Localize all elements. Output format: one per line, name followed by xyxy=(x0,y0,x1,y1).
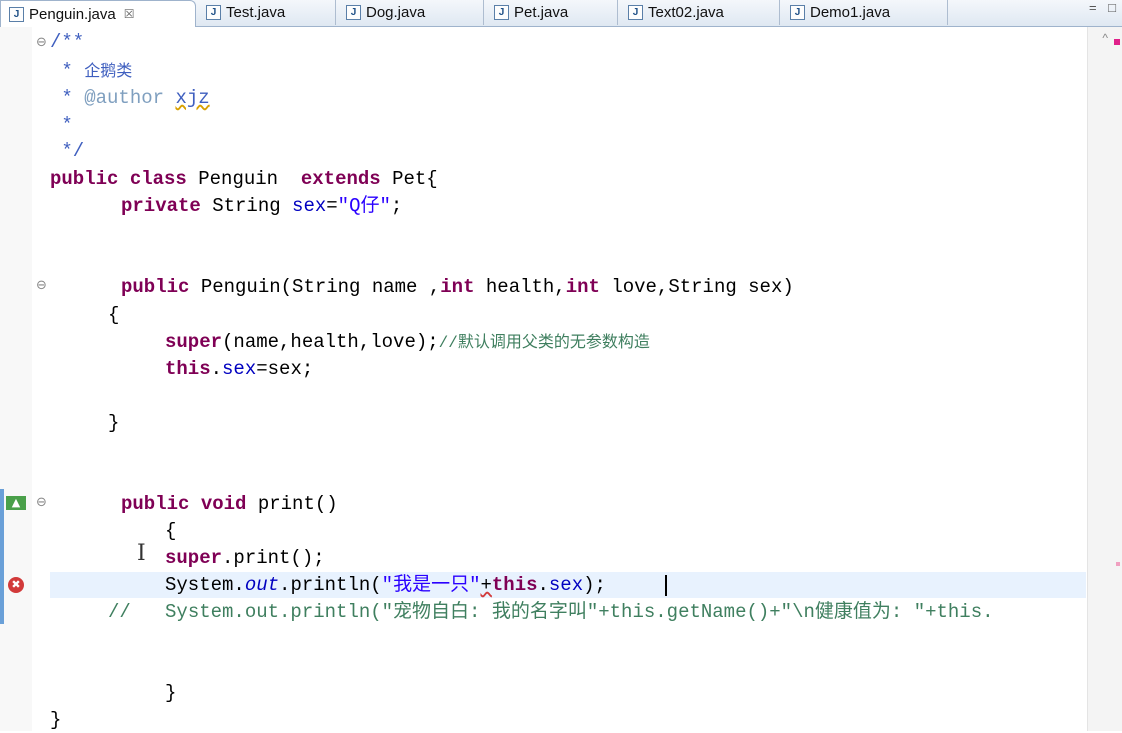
tab-label: Pet.java xyxy=(514,4,569,21)
java-file-icon: J xyxy=(9,6,24,22)
error-icon[interactable]: ✖ xyxy=(8,577,24,593)
code-line-print-method: public void print() xyxy=(121,493,338,515)
code-line-super-call: super(name,health,love);//默认调用父类的无参数构造 xyxy=(165,331,650,353)
scroll-up-icon[interactable]: ^ xyxy=(1102,31,1108,45)
overview-ruler[interactable]: ^ xyxy=(1087,27,1122,731)
fold-collapse-icon[interactable]: ⊖ xyxy=(36,278,47,293)
code-line-class-decl: public class Penguin extends Pet{ xyxy=(50,168,438,190)
java-file-icon: J xyxy=(206,5,221,20)
close-tab-icon[interactable]: ☒ xyxy=(124,7,135,21)
code-line-commented-println: // System.out.println("宠物自白: 我的名字叫"+this… xyxy=(108,601,994,623)
java-file-icon: J xyxy=(628,5,643,20)
code-line-5: */ xyxy=(50,140,85,162)
warning-overview-mark[interactable] xyxy=(1116,562,1120,566)
code-line-open-brace-2: { xyxy=(165,520,177,542)
tab-text02-java[interactable]: J Text02.java xyxy=(620,0,780,25)
code-line-println: System.out.println("我是一只"+this.sex); xyxy=(165,574,606,596)
annotation-ruler xyxy=(0,27,32,731)
editor-tab-bar: J Penguin.java ☒ J Test.java J Dog.java … xyxy=(0,0,1122,27)
tab-demo1-java[interactable]: J Demo1.java xyxy=(782,0,948,25)
code-line-constructor: public Penguin(String name ,int health,i… xyxy=(121,276,794,298)
code-line-this-sex: this.sex=sex; xyxy=(165,358,314,380)
tab-label: Text02.java xyxy=(648,4,724,21)
code-line-super-print: super.print(); xyxy=(165,547,325,569)
selection-range-indicator xyxy=(0,489,4,624)
code-line-close-brace-2: } xyxy=(165,682,177,704)
tab-label: Penguin.java xyxy=(29,5,116,23)
folding-ruler xyxy=(32,27,50,731)
fold-collapse-icon[interactable]: ⊖ xyxy=(36,35,47,50)
text-caret xyxy=(665,575,667,596)
tab-pet-java[interactable]: J Pet.java xyxy=(486,0,618,25)
code-line-open-brace: { xyxy=(108,304,120,326)
code-line-1: /** xyxy=(50,31,85,53)
code-line-2: * 企鹅类 xyxy=(50,60,133,82)
tab-penguin-java[interactable]: J Penguin.java ☒ xyxy=(0,0,196,27)
tab-test-java[interactable]: J Test.java xyxy=(198,0,336,25)
tab-label: Test.java xyxy=(226,4,286,21)
fold-collapse-icon[interactable]: ⊖ xyxy=(36,495,47,510)
error-overview-mark[interactable] xyxy=(1114,39,1120,45)
tab-label: Demo1.java xyxy=(810,4,891,21)
code-line-3: * @author xjz xyxy=(50,87,210,109)
code-line-field: private String sex="Q仔"; xyxy=(121,195,403,217)
code-line-close-brace: } xyxy=(108,412,120,434)
java-file-icon: J xyxy=(790,5,805,20)
code-line-class-close: } xyxy=(50,709,62,731)
tab-label: Dog.java xyxy=(366,4,426,21)
window-controls[interactable]: = □ xyxy=(1089,0,1120,15)
mouse-ibeam-cursor: I xyxy=(137,541,146,566)
java-file-icon: J xyxy=(346,5,361,20)
code-editor[interactable]: ^ ▲ ✖ ⊖ ⊖ ⊖ /** * 企鹅类 * @author xjz * */… xyxy=(0,27,1122,731)
java-file-icon: J xyxy=(494,5,509,20)
tab-dog-java[interactable]: J Dog.java xyxy=(338,0,484,25)
override-icon[interactable]: ▲ xyxy=(6,496,26,510)
code-line-4: * xyxy=(50,114,73,136)
